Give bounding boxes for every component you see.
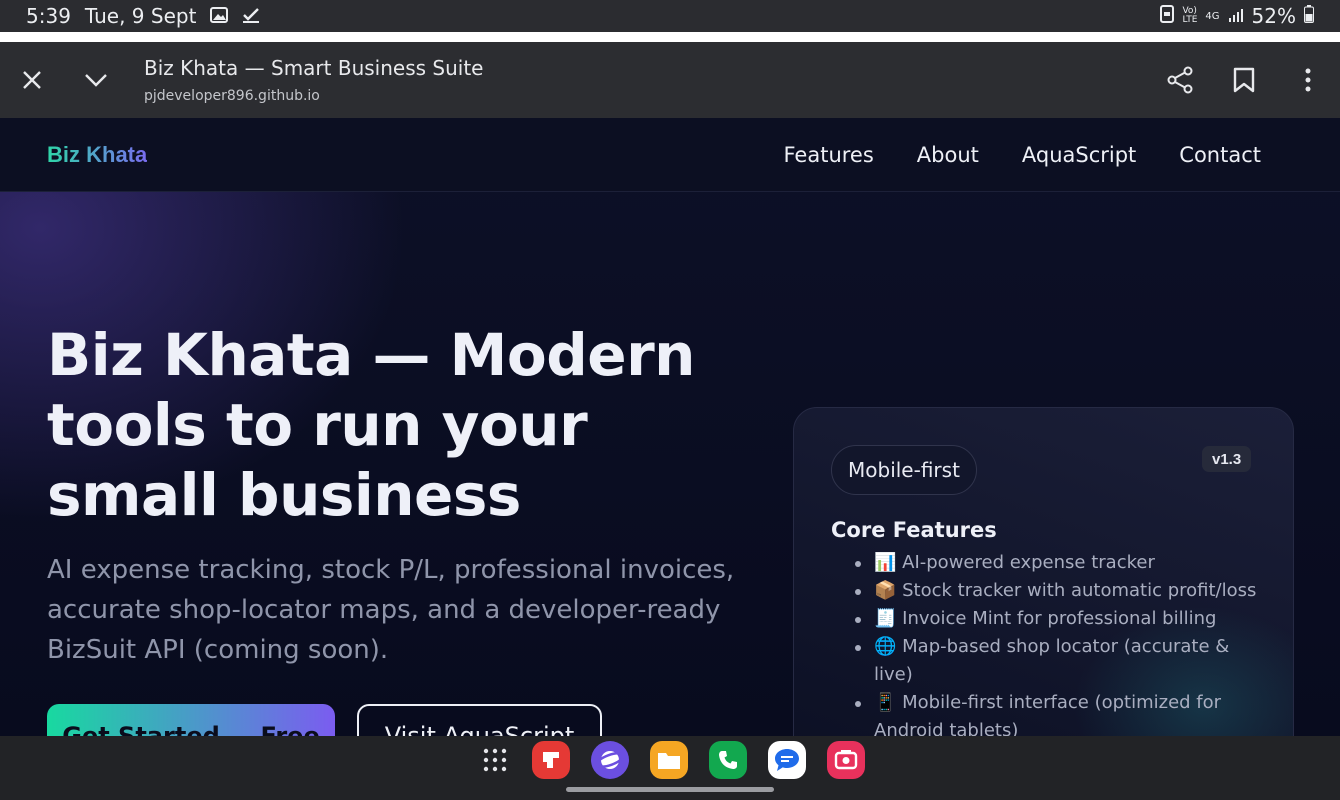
list-item: 📊 AI-powered expense tracker (855, 549, 1264, 577)
chevron-down-icon (85, 74, 107, 87)
flipboard-icon[interactable] (532, 741, 570, 779)
phone-icon[interactable] (709, 741, 747, 779)
messages-icon[interactable] (768, 741, 806, 779)
volte-indicator: Vo) LTE (1182, 6, 1198, 25)
page-title: Biz Khata — Smart Business Suite (144, 56, 484, 80)
home-gesture-bar[interactable] (566, 787, 774, 792)
page-url[interactable]: pjdeveloper896.github.io (144, 88, 483, 104)
nav-aquascript[interactable]: AquaScript (1022, 143, 1136, 167)
site-logo[interactable]: Biz Khata (47, 142, 147, 168)
nav-about[interactable]: About (917, 143, 979, 167)
get-started-button[interactable]: Get Started — Free (47, 704, 335, 736)
more-vert-icon (1305, 68, 1311, 92)
site-navbar: Biz Khata Features About AquaScript Cont… (0, 118, 1340, 192)
list-item: 📱 Mobile-first interface (optimized for … (855, 689, 1264, 736)
feature-list: 📊 AI-powered expense tracker 📦 Stock tra… (855, 549, 1264, 736)
my-files-icon[interactable] (650, 741, 688, 779)
list-item: 🧾 Invoice Mint for professional billing (855, 605, 1264, 633)
features-card: Mobile-first v1.3 Core Features 📊 AI-pow… (793, 407, 1294, 736)
gallery-icon (210, 4, 229, 28)
share-icon (1167, 66, 1193, 94)
network-gen: 4G (1205, 10, 1220, 22)
internet-browser-icon[interactable] (591, 741, 629, 779)
progress-strip (0, 32, 1340, 42)
visit-aquascript-button[interactable]: Visit AquaScript (357, 704, 602, 736)
core-features-heading: Core Features (831, 518, 997, 542)
hero-title: Biz Khata — Modern tools to run your sma… (47, 321, 695, 529)
close-tab-button[interactable] (0, 48, 64, 112)
apps-grid-icon[interactable] (476, 741, 514, 779)
more-options-button[interactable] (1276, 48, 1340, 112)
web-page: Biz Khata Features About AquaScript Cont… (0, 118, 1340, 736)
close-icon (23, 71, 41, 89)
bookmark-icon (1233, 67, 1255, 93)
share-button[interactable] (1148, 48, 1212, 112)
bookmark-button[interactable] (1212, 48, 1276, 112)
task-done-icon (242, 4, 260, 28)
screen-recorder-icon[interactable] (827, 741, 865, 779)
status-bar: 5:39 Tue, 9 Sept Vo) LTE 4G 52% (0, 0, 1340, 32)
clock: 5:39 (26, 4, 71, 28)
mobile-first-pill: Mobile-first (831, 445, 977, 495)
signal-icon (1228, 4, 1244, 28)
minimize-tab-button[interactable] (64, 48, 128, 112)
version-badge: v1.3 (1202, 446, 1252, 472)
hero-subtitle: AI expense tracking, stock P/L, professi… (47, 555, 735, 665)
battery-level: 52% (1251, 4, 1296, 28)
browser-toolbar: Biz Khata — Smart Business Suite pjdevel… (0, 42, 1340, 118)
nav-features[interactable]: Features (783, 143, 873, 167)
list-item: 🌐 Map-based shop locator (accurate & liv… (855, 633, 1264, 689)
nav-contact[interactable]: Contact (1179, 143, 1261, 167)
battery-icon (1304, 4, 1314, 28)
date: Tue, 9 Sept (84, 4, 197, 28)
site-nav-links: Features About AquaScript Contact (783, 143, 1261, 167)
dnd-icon (1160, 4, 1175, 28)
list-item: 📦 Stock tracker with automatic profit/lo… (855, 577, 1264, 605)
